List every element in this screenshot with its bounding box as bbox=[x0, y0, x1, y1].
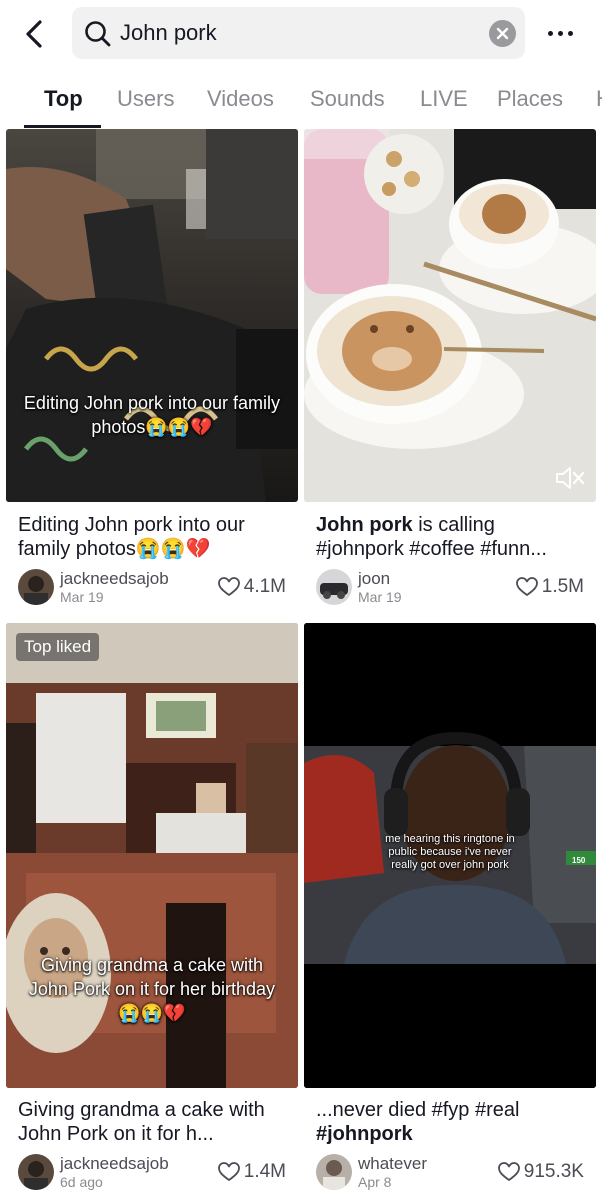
search-icon bbox=[85, 21, 111, 47]
clear-search-button[interactable] bbox=[489, 20, 516, 47]
search-bar[interactable] bbox=[72, 7, 525, 59]
search-tabs: Top Users Videos Sounds LIVE Places H bbox=[0, 66, 602, 128]
search-input[interactable] bbox=[120, 7, 500, 59]
dot-icon bbox=[547, 30, 553, 36]
heart-icon bbox=[217, 577, 240, 596]
like-count-value: 1.5M bbox=[541, 576, 584, 597]
like-count: 4.1M bbox=[217, 576, 286, 598]
like-count: 915.3K bbox=[497, 1161, 584, 1183]
avatar-image bbox=[18, 1154, 54, 1190]
like-count-value: 1.4M bbox=[243, 1161, 286, 1182]
video-caption-overlay: me hearing this ringtone in public becau… bbox=[385, 833, 515, 871]
avatar[interactable] bbox=[316, 569, 352, 605]
back-arrow-icon bbox=[26, 20, 42, 48]
author-name[interactable]: joon bbox=[358, 569, 390, 589]
avatar-image bbox=[18, 569, 54, 605]
video-thumbnail: Top liked Giving grandma a cake with Joh… bbox=[6, 623, 298, 1088]
more-options-button[interactable] bbox=[540, 18, 580, 48]
video-title: John pork is calling #johnpork #coffee #… bbox=[316, 513, 588, 561]
top-liked-badge: Top liked bbox=[16, 633, 100, 661]
dot-icon bbox=[557, 30, 563, 36]
heart-icon bbox=[217, 1162, 240, 1181]
like-count-value: 915.3K bbox=[523, 1161, 584, 1182]
post-date: Mar 19 bbox=[358, 589, 402, 605]
dot-icon bbox=[567, 30, 573, 36]
post-date: 6d ago bbox=[60, 1174, 103, 1190]
avatar-image bbox=[316, 1154, 352, 1190]
author-name[interactable]: jackneedsajob bbox=[60, 569, 169, 589]
video-thumbnail bbox=[304, 129, 596, 502]
heart-icon bbox=[497, 1162, 520, 1181]
tab-sounds[interactable]: Sounds bbox=[310, 86, 385, 112]
video-title-text: ...never died #fyp #real bbox=[316, 1099, 520, 1121]
tab-hashtags[interactable]: H bbox=[596, 86, 602, 112]
video-caption-overlay: Editing John pork into our family photos… bbox=[23, 393, 281, 437]
muted-speaker-icon[interactable] bbox=[554, 464, 586, 492]
back-button[interactable] bbox=[16, 16, 52, 52]
video-card[interactable]: John pork is calling #johnpork #coffee #… bbox=[304, 129, 596, 614]
video-thumbnail: me hearing this ringtone in public becau… bbox=[304, 623, 596, 1088]
like-count: 1.5M bbox=[515, 576, 584, 598]
avatar[interactable] bbox=[316, 1154, 352, 1190]
video-title: Giving grandma a cake with John Pork on … bbox=[18, 1099, 265, 1145]
side-number-label: 150 bbox=[572, 856, 586, 865]
avatar[interactable] bbox=[18, 569, 54, 605]
tab-live[interactable]: LIVE bbox=[420, 86, 468, 112]
avatar-image bbox=[316, 569, 352, 605]
like-count-value: 4.1M bbox=[243, 576, 286, 597]
tab-users[interactable]: Users bbox=[117, 86, 174, 112]
video-title-highlight: John pork bbox=[316, 514, 413, 536]
tab-top[interactable]: Top bbox=[44, 86, 83, 112]
post-date: Apr 8 bbox=[358, 1174, 392, 1190]
video-title-highlight: #johnpork bbox=[316, 1123, 413, 1145]
author-name[interactable]: whatever bbox=[358, 1154, 427, 1174]
post-date: Mar 19 bbox=[60, 589, 104, 605]
active-tab-indicator bbox=[24, 125, 101, 128]
video-card[interactable]: me hearing this ringtone in public becau… bbox=[304, 623, 596, 1200]
heart-icon bbox=[515, 577, 538, 596]
top-bar bbox=[0, 0, 602, 66]
author-name[interactable]: jackneedsajob bbox=[60, 1154, 169, 1174]
tab-videos[interactable]: Videos bbox=[207, 86, 274, 112]
like-count: 1.4M bbox=[217, 1161, 286, 1183]
video-card[interactable]: Editing John pork into our family photos… bbox=[6, 129, 298, 614]
video-title: ...never died #fyp #real #johnpork bbox=[316, 1098, 588, 1146]
video-title: Editing John pork into our family photos… bbox=[18, 514, 245, 560]
close-icon bbox=[496, 27, 509, 40]
tab-places[interactable]: Places bbox=[497, 86, 563, 112]
video-thumbnail: Editing John pork into our family photos… bbox=[6, 129, 298, 502]
video-caption-overlay: Giving grandma a cake with John Pork on … bbox=[28, 955, 276, 1023]
avatar[interactable] bbox=[18, 1154, 54, 1190]
video-card[interactable]: Top liked Giving grandma a cake with Joh… bbox=[6, 623, 298, 1200]
video-thumbnail-image bbox=[6, 129, 298, 502]
video-thumbnail-image bbox=[304, 129, 596, 502]
